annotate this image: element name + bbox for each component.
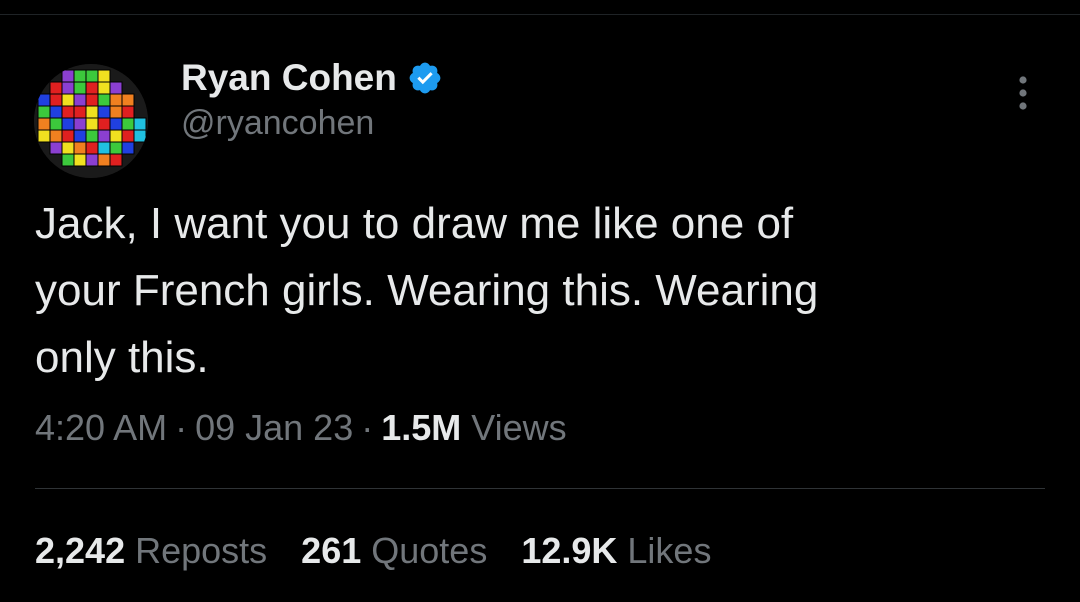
stats-divider	[35, 488, 1045, 489]
meta-separator: ·	[361, 407, 374, 448]
likes-stat[interactable]: 12.9K Likes	[521, 530, 711, 572]
quotes-stat[interactable]: 261 Quotes	[301, 530, 487, 572]
views-label: Views	[471, 407, 567, 448]
tweet-date[interactable]: 09 Jan 23	[195, 407, 353, 448]
more-options-icon[interactable]	[1005, 72, 1041, 116]
tweet-text: Jack, I want you to draw me like one of …	[35, 199, 819, 382]
reposts-label: Reposts	[135, 530, 268, 571]
author-name-row: Ryan Cohen	[181, 56, 443, 100]
tweet-card: Ryan Cohen @ryancohen Jack, I want you t…	[0, 0, 1080, 602]
views-link[interactable]: 1.5M Views	[381, 407, 566, 448]
views-count: 1.5M	[381, 407, 462, 448]
likes-count: 12.9K	[521, 530, 618, 571]
quotes-count: 261	[301, 530, 362, 571]
tweet-meta: 4:20 AM · 09 Jan 23 · 1.5M Views	[35, 407, 567, 449]
author-display-name[interactable]: Ryan Cohen	[181, 57, 397, 99]
tetris-blocks-avatar-icon	[34, 64, 148, 178]
reposts-count: 2,242	[35, 530, 126, 571]
avatar[interactable]	[34, 64, 148, 178]
engagement-stats: 2,242 Reposts 261 Quotes 12.9K Likes	[35, 530, 711, 572]
author-handle[interactable]: @ryancohen	[181, 104, 374, 143]
tweet-time[interactable]: 4:20 AM	[35, 407, 167, 448]
likes-label: Likes	[627, 530, 712, 571]
reposts-stat[interactable]: 2,242 Reposts	[35, 530, 267, 572]
meta-separator: ·	[175, 407, 188, 448]
verified-badge-icon[interactable]	[407, 60, 443, 96]
quotes-label: Quotes	[371, 530, 488, 571]
